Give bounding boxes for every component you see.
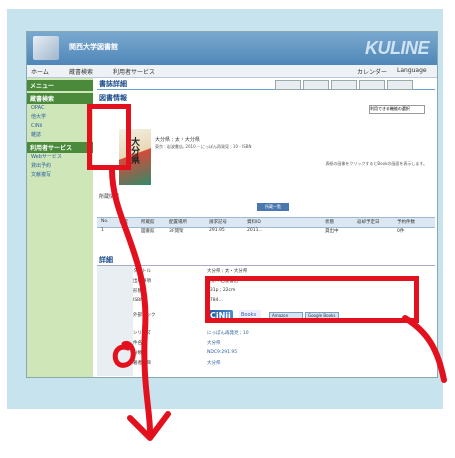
annotation-arrows — [109, 167, 447, 441]
annotation-loop — [112, 341, 136, 368]
annotation-arrow-down — [109, 167, 153, 435]
annotation-arrow-right — [402, 315, 447, 383]
